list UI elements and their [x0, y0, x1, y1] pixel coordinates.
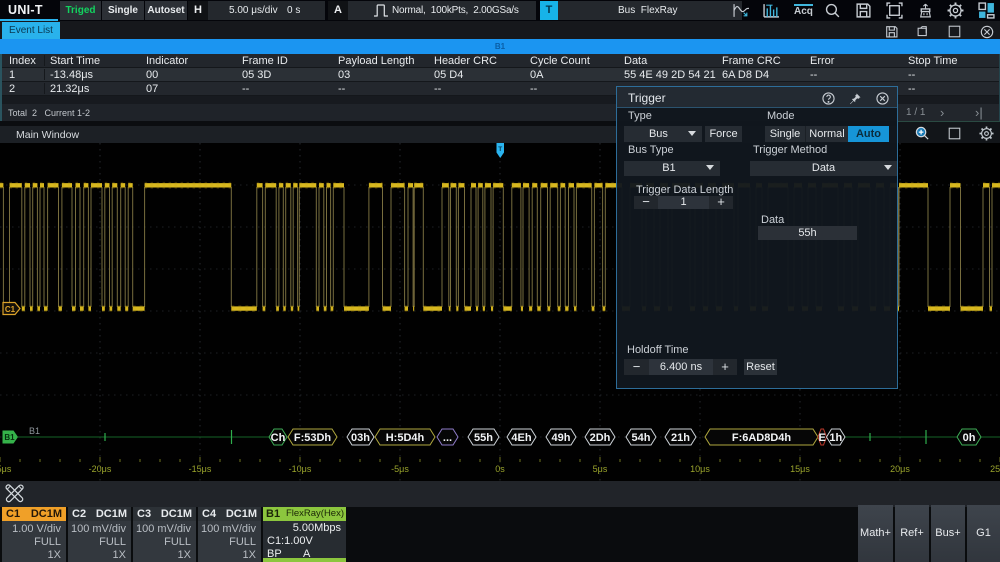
- svg-text:-10μs: -10μs: [289, 464, 312, 474]
- svg-text:49h: 49h: [552, 432, 571, 444]
- svg-text:15μs: 15μs: [790, 464, 810, 474]
- svg-text:03h: 03h: [351, 432, 370, 444]
- svg-text:0h: 0h: [963, 432, 976, 444]
- svg-text:B1: B1: [4, 433, 15, 442]
- svg-text:F:53Dh: F:53Dh: [294, 432, 332, 444]
- svg-text:0s: 0s: [495, 464, 505, 474]
- svg-text:5μs: 5μs: [593, 464, 608, 474]
- svg-text:25μs: 25μs: [990, 464, 1000, 474]
- svg-text:20μs: 20μs: [890, 464, 910, 474]
- svg-text:Ch: Ch: [271, 432, 286, 444]
- svg-text:10μs: 10μs: [690, 464, 710, 474]
- svg-text:-20μs: -20μs: [89, 464, 112, 474]
- svg-text:H:5D4h: H:5D4h: [386, 432, 425, 444]
- svg-text:E: E: [819, 432, 826, 444]
- svg-text:-5μs: -5μs: [391, 464, 409, 474]
- svg-text:1h: 1h: [829, 432, 842, 444]
- svg-text:54h: 54h: [632, 432, 651, 444]
- svg-text:B1: B1: [29, 426, 40, 436]
- svg-text:F:6AD8D4h: F:6AD8D4h: [732, 432, 792, 444]
- svg-text:-15μs: -15μs: [189, 464, 212, 474]
- svg-text:T: T: [498, 146, 502, 153]
- svg-text:...: ...: [443, 432, 452, 444]
- svg-text:-25μs: -25μs: [0, 464, 12, 474]
- svg-text:2Dh: 2Dh: [590, 432, 611, 444]
- svg-text:21h: 21h: [671, 432, 690, 444]
- svg-text:55h: 55h: [474, 432, 493, 444]
- svg-text:C1: C1: [5, 305, 16, 314]
- svg-text:4Eh: 4Eh: [511, 432, 531, 444]
